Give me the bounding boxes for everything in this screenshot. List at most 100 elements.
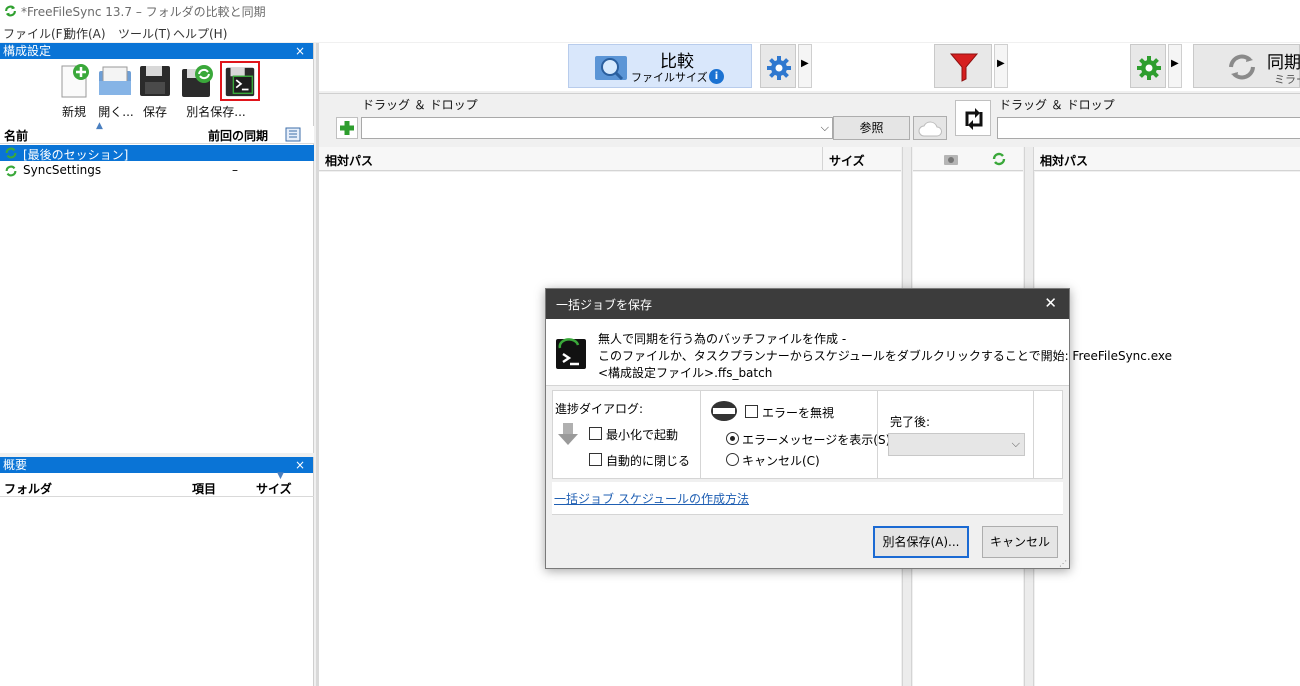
cloud-icon <box>918 121 942 137</box>
after-completion-label: 完了後: <box>890 415 931 429</box>
synchronize-button[interactable]: 同期 ミラー <box>1193 44 1300 88</box>
cancel-on-error-radio[interactable] <box>726 453 739 466</box>
sync-settings-button[interactable] <box>1130 44 1166 88</box>
new-config-button[interactable] <box>56 63 94 99</box>
summary-panel-title: 概要 <box>3 458 28 472</box>
chevron-down-icon[interactable]: ⌵ <box>821 121 829 135</box>
link-area: 一括ジョブ スケジュールの作成方法 <box>552 482 1063 515</box>
close-icon[interactable]: × <box>295 43 305 59</box>
sync-icon <box>5 165 17 177</box>
save-batch-job-dialog: 一括ジョブを保存 ✕ 無人で同期を行う為のバッチファイルを作成 - このファイル… <box>545 288 1172 569</box>
error-handling-icon <box>711 401 737 421</box>
save-as-label: 別名保存... <box>186 105 246 119</box>
camera-icon[interactable] <box>943 152 959 166</box>
column-size[interactable]: サイズ <box>256 480 292 497</box>
compare-button[interactable]: 比較 ファイルサイズ i <box>568 44 752 88</box>
summary-panel-header: 概要 × <box>0 457 313 473</box>
show-error-radio[interactable] <box>726 432 739 445</box>
compare-variant: ファイルサイズ <box>631 71 708 84</box>
menu-tools[interactable]: ツール(T) <box>118 25 171 42</box>
divider <box>877 391 878 478</box>
cancel-button[interactable]: キャンセル <box>982 526 1058 558</box>
filter-dropdown-button[interactable]: ▶ <box>994 44 1008 88</box>
menu-file[interactable]: ファイル(F) <box>3 25 67 42</box>
right-file-grid[interactable] <box>1035 172 1300 686</box>
divider <box>700 391 701 478</box>
column-name[interactable]: 名前 <box>4 127 28 144</box>
start-minimized-label[interactable]: 最小化で起動 <box>606 426 678 443</box>
left-column-path[interactable]: 相対パス <box>325 152 373 169</box>
resize-grip-icon[interactable]: ⋰ <box>1059 559 1067 568</box>
middle-grid-header <box>913 147 1023 171</box>
save-batch-job-button[interactable] <box>220 61 260 101</box>
progress-dialog-label: 進捗ダイアログ: <box>555 402 644 416</box>
menu-help[interactable]: ヘルプ(H) <box>173 25 227 42</box>
show-error-label[interactable]: エラーメッセージを表示(S) <box>742 431 890 448</box>
compare-settings-button[interactable] <box>760 44 796 88</box>
save-config-button[interactable] <box>136 63 174 99</box>
after-completion-select[interactable]: ⌵ <box>888 433 1025 456</box>
left-grid-header: 相対パス サイズ <box>319 147 901 171</box>
list-options-icon[interactable] <box>285 127 301 142</box>
sync-label: 同期 <box>1267 53 1300 73</box>
schedule-help-link[interactable]: 一括ジョブ スケジュールの作成方法 <box>554 490 749 507</box>
config-name: SyncSettings <box>23 163 102 177</box>
left-drag-drop-label: ドラッグ ＆ ドロップ <box>362 98 478 112</box>
add-folder-pair-button[interactable] <box>336 117 358 139</box>
close-icon[interactable]: ✕ <box>1044 294 1057 312</box>
title-bar: *FreeFileSync 13.7 – フォルダの比較と同期 <box>0 0 1300 22</box>
cloud-button[interactable] <box>913 116 947 140</box>
auto-close-checkbox[interactable] <box>589 453 602 466</box>
dialog-title-bar: 一括ジョブを保存 ✕ <box>546 289 1069 319</box>
ignore-errors-checkbox[interactable] <box>745 405 758 418</box>
config-panel-header: 構成設定 × <box>0 43 313 59</box>
batch-file-icon <box>556 338 586 369</box>
config-panel-title: 構成設定 <box>3 44 52 58</box>
left-column-size[interactable]: サイズ <box>829 152 865 169</box>
sort-down-icon: ▼ <box>277 471 284 481</box>
open-icon <box>99 66 131 95</box>
gear-icon <box>767 56 791 80</box>
config-last-sync: – <box>232 163 238 177</box>
new-file-icon <box>61 64 89 98</box>
sync-icon <box>5 147 17 159</box>
right-grid-header: 相対パス <box>1034 147 1300 171</box>
save-label: 保存 <box>142 105 167 119</box>
sync-icon[interactable] <box>991 151 1007 167</box>
open-config-button[interactable] <box>96 63 134 99</box>
summary-panel: 概要 × フォルダ 項目 サイズ ▼ <box>0 457 314 686</box>
summary-header: フォルダ 項目 サイズ ▼ <box>0 471 314 497</box>
browse-button[interactable]: 参照 <box>833 116 910 140</box>
right-folder-path-input[interactable] <box>997 117 1300 139</box>
right-column-path[interactable]: 相対パス <box>1040 152 1088 169</box>
config-list-header: 名前 ▲ 前回の同期 <box>0 121 314 144</box>
column-items[interactable]: 項目 <box>192 480 216 497</box>
sync-icon <box>1229 54 1255 80</box>
left-folder-path-input[interactable]: ⌵ <box>361 117 833 139</box>
start-minimized-checkbox[interactable] <box>589 427 602 440</box>
sync-dropdown-button[interactable]: ▶ <box>1168 44 1182 88</box>
info-line-3: <構成設定ファイル>.ffs_batch <box>598 366 773 380</box>
close-icon[interactable]: × <box>295 457 305 473</box>
ignore-errors-label[interactable]: エラーを無視 <box>762 404 834 421</box>
list-item[interactable]: SyncSettings – <box>0 163 314 179</box>
column-folder[interactable]: フォルダ <box>4 480 52 497</box>
arrow-down-icon <box>558 423 578 445</box>
dialog-title: 一括ジョブを保存 <box>556 298 653 312</box>
column-last-sync[interactable]: 前回の同期 <box>208 127 268 144</box>
compare-dropdown-button[interactable]: ▶ <box>798 44 812 88</box>
cancel-on-error-label[interactable]: キャンセル(C) <box>742 452 820 469</box>
panel-splitter[interactable] <box>316 43 319 686</box>
options-area: 進捗ダイアログ: 最小化で起動 自動的に閉じる エラーを無視 エラーメッセージを… <box>552 390 1063 479</box>
auto-close-label[interactable]: 自動的に閉じる <box>606 452 690 469</box>
window-title: *FreeFileSync 13.7 – フォルダの比較と同期 <box>21 5 266 19</box>
swap-sides-button[interactable] <box>955 100 991 136</box>
triangle-right-icon: ▶ <box>801 58 809 69</box>
sync-variant: ミラー <box>1274 73 1300 86</box>
filter-button[interactable] <box>934 44 992 88</box>
save-as-config-button[interactable] <box>178 63 216 99</box>
save-as-button[interactable]: 別名保存(A)... <box>873 526 969 558</box>
list-item[interactable]: [最後のセッション] <box>0 145 314 162</box>
plus-icon <box>340 121 354 135</box>
menu-action[interactable]: 動作(A) <box>64 25 106 42</box>
